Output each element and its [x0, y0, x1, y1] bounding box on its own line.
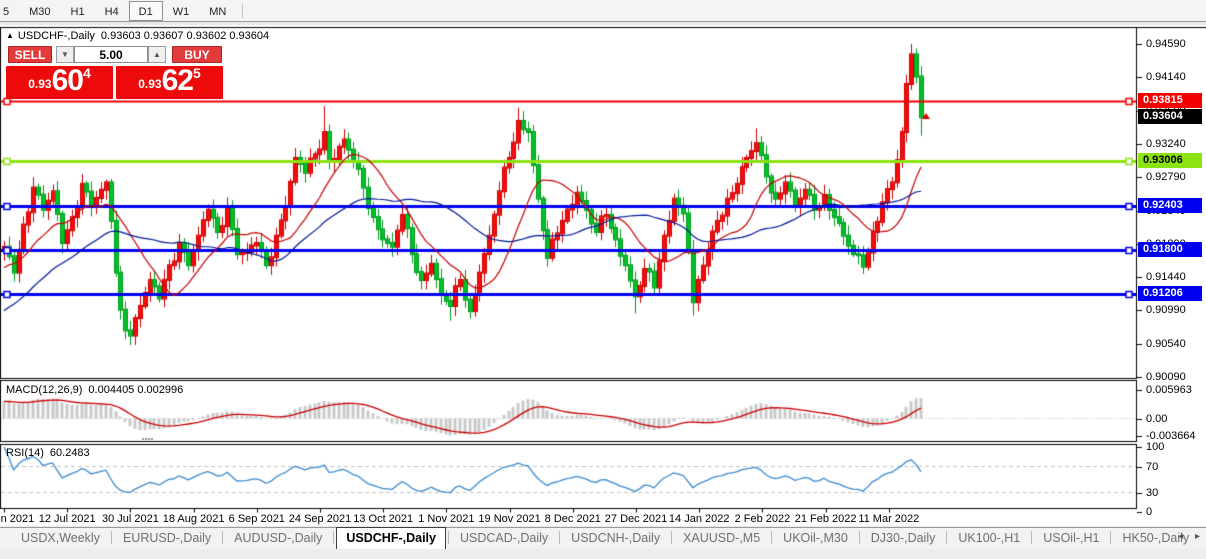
chart-tab-eurusd-daily[interactable]: EURUSD-,Daily	[114, 528, 220, 549]
date-axis-label: 8 Dec 2021	[545, 512, 601, 526]
date-axis-label: 21 Feb 2022	[795, 512, 857, 526]
level-price-label: 0.91206	[1138, 286, 1202, 301]
date-axis-label: 2 Feb 2022	[735, 512, 791, 526]
date-axis-label: 12 Jul 2021	[39, 512, 96, 526]
date-axis-label: 30 Jul 2021	[102, 512, 159, 526]
y-axis-label: 0.91440	[1146, 270, 1186, 284]
y-axis-label: 0.94140	[1146, 70, 1186, 84]
ohlc-values: 0.93603 0.93607 0.93602 0.93604	[101, 30, 269, 42]
chart-tab-usdchf-daily[interactable]: USDCHF-,Daily	[336, 527, 446, 549]
chart-tab-usdx-weekly[interactable]: USDX,Weekly	[12, 528, 109, 549]
buy-price-prefix: 0.93	[138, 77, 161, 91]
chart-tab-usdcad-daily[interactable]: USDCAD-,Daily	[451, 528, 557, 549]
date-axis-label: 18 Aug 2021	[163, 512, 225, 526]
volume-increase-button[interactable]: ▲	[148, 46, 166, 63]
rsi-value: 60.2483	[50, 447, 90, 459]
sell-price-display[interactable]: 0.93604	[6, 66, 113, 99]
date-axis-label: 24 Sep 2021	[289, 512, 351, 526]
level-price-label: 0.91800	[1138, 242, 1202, 257]
collapse-chart-icon[interactable]: ▲	[6, 31, 14, 40]
chart-tab-audusd-daily[interactable]: AUDUSD-,Daily	[225, 528, 331, 549]
tab-scroll-arrows: ◂ ▸	[1169, 531, 1200, 542]
macd-axis-label: 0.005963	[1146, 383, 1192, 397]
rsi-axis-label: 30	[1146, 486, 1158, 500]
chart-tab-xauusd-m5[interactable]: XAUUSD-,M5	[674, 528, 769, 549]
one-click-trade-panel: SELL ▼ ▲ BUY 0.93604 0.93625	[6, 46, 224, 100]
date-axis-label: 23 Jun 2021	[0, 512, 34, 526]
tab-separator	[671, 531, 672, 544]
buy-price-big: 62	[162, 66, 193, 97]
volume-input[interactable]	[74, 46, 148, 63]
y-axis-label: 0.90990	[1146, 303, 1186, 317]
date-axis-label: 6 Sep 2021	[229, 512, 285, 526]
rsi-pane-header: RSI(14) 60.2483	[6, 447, 90, 459]
chart-tab-usoil-h1[interactable]: USOil-,H1	[1034, 528, 1108, 549]
date-axis-label: 11 Mar 2022	[858, 512, 919, 526]
y-axis-label: 0.94590	[1146, 37, 1186, 51]
chart-tab-dj30-daily[interactable]: DJ30-,Daily	[862, 528, 945, 549]
y-axis-label: 0.93240	[1146, 137, 1186, 151]
tab-scroll-left-icon[interactable]: ◂	[1178, 531, 1183, 542]
tab-separator	[1110, 531, 1111, 544]
tab-separator	[222, 531, 223, 544]
chart-tab-uk100-h1[interactable]: UK100-,H1	[949, 528, 1029, 549]
macd-values: 0.004405 0.002996	[88, 384, 183, 396]
date-axis-label: 13 Oct 2021	[353, 512, 413, 526]
tab-separator	[771, 531, 772, 544]
tab-separator	[333, 531, 334, 544]
tab-separator	[946, 531, 947, 544]
macd-label: MACD(12,26,9)	[6, 384, 82, 396]
y-axis-label: 0.90090	[1146, 370, 1186, 384]
tab-separator	[448, 531, 449, 544]
date-axis-label: 27 Dec 2021	[605, 512, 667, 526]
buy-price-sup: 5	[193, 66, 201, 81]
sell-button[interactable]: SELL	[8, 46, 52, 63]
date-axis-label: 14 Jan 2022	[669, 512, 730, 526]
current-price-label: 0.93604	[1138, 109, 1202, 124]
date-axis-label: 19 Nov 2021	[478, 512, 540, 526]
tab-separator	[111, 531, 112, 544]
macd-axis-label: 0.00	[1146, 412, 1167, 426]
chart-tab-ukoil-m30[interactable]: UKOil-,M30	[774, 528, 857, 549]
chart-tab-bar: USDX,WeeklyEURUSD-,DailyAUDUSD-,DailyUSD…	[0, 527, 1206, 549]
volume-decrease-button[interactable]: ▼	[56, 46, 74, 63]
chart-tab-usdcnh-daily[interactable]: USDCNH-,Daily	[562, 528, 669, 549]
y-axis-label: 0.92790	[1146, 170, 1186, 184]
sell-price-sup: 4	[83, 66, 91, 81]
rsi-axis-label: 0	[1146, 505, 1152, 519]
rsi-label: RSI(14)	[6, 447, 44, 459]
rsi-axis-label: 100	[1146, 440, 1164, 454]
buy-price-display[interactable]: 0.93625	[116, 66, 223, 99]
tab-separator	[1031, 531, 1032, 544]
chart-symbol-label: USDCHF-,Daily	[18, 30, 95, 42]
tab-separator	[559, 531, 560, 544]
rsi-axis-label: 70	[1146, 460, 1158, 474]
tab-separator	[859, 531, 860, 544]
level-price-label: 0.93815	[1138, 93, 1202, 108]
mt4-window: 5M30H1H4D1W1MN ▲USDCHF-,Daily0.93603 0.9…	[0, 0, 1206, 559]
y-axis-label: 0.90540	[1146, 337, 1186, 351]
sell-price-big: 60	[52, 66, 83, 97]
sell-price-prefix: 0.93	[28, 77, 51, 91]
level-price-label: 0.93006	[1138, 153, 1202, 168]
macd-pane-header: MACD(12,26,9) 0.004405 0.002996	[6, 384, 183, 396]
date-axis-label: 1 Nov 2021	[418, 512, 474, 526]
level-price-label: 0.92403	[1138, 198, 1202, 213]
chart-ohlc-title: ▲ USDCHF-,Daily 0.93603 0.93607 0.93602 0.…	[6, 30, 269, 42]
tab-scroll-right-icon[interactable]: ▸	[1195, 531, 1200, 542]
buy-button[interactable]: BUY	[172, 46, 222, 63]
